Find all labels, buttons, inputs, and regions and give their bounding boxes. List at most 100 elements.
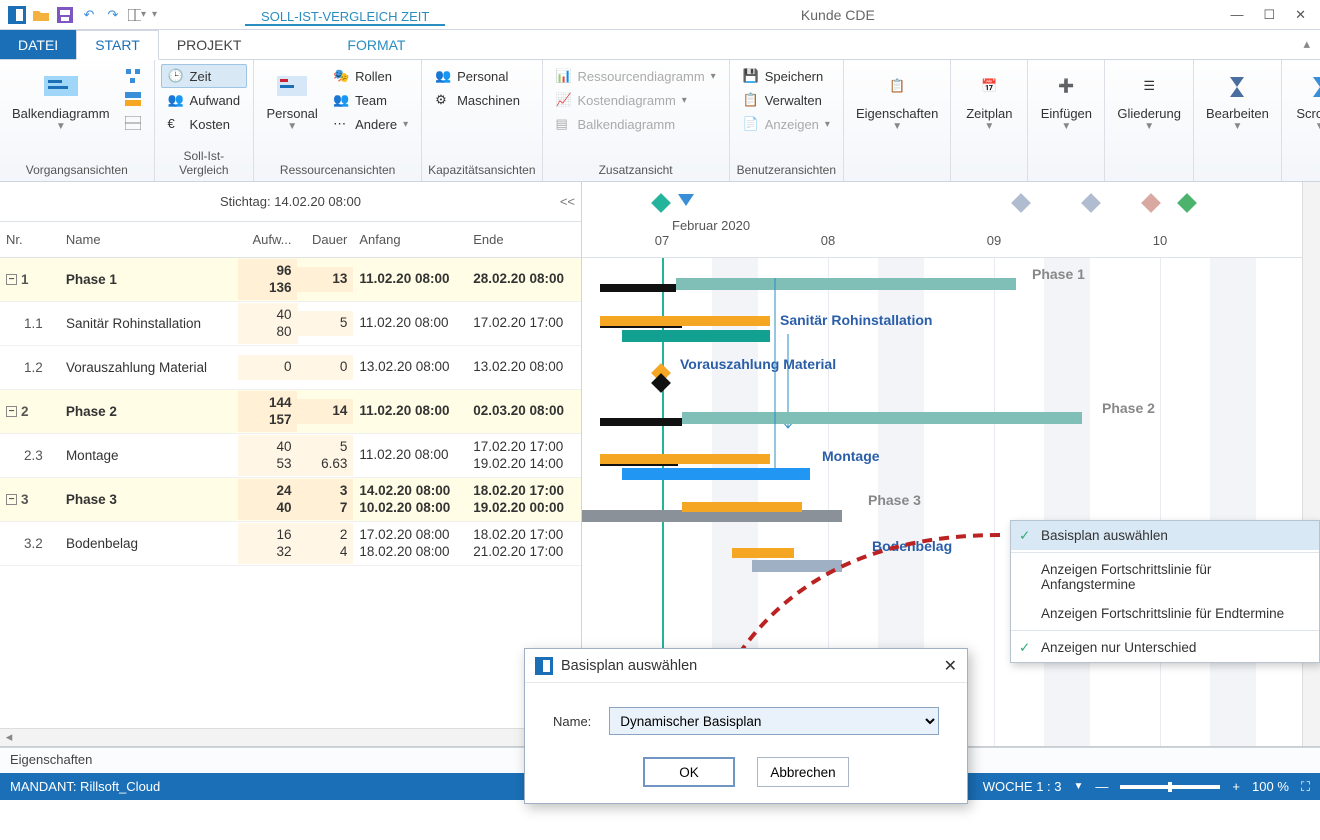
week-dropdown-icon[interactable]: ▼ [1074, 781, 1084, 792]
layout-icon[interactable] [128, 6, 146, 24]
dialog-name-label: Name: [553, 714, 591, 729]
team-button[interactable]: 👥Team [326, 88, 415, 112]
sanitaer-label: Sanitär Rohinstallation [780, 312, 932, 328]
tab-format[interactable]: FORMAT [329, 30, 423, 59]
dialog-app-icon [535, 657, 553, 675]
col-ende[interactable]: Ende [467, 232, 581, 247]
ribbon: Balkendiagramm ▼ Vorgangsansichten 🕒Zeit… [0, 60, 1320, 182]
group-benutzer-label: Benutzeransichten [736, 161, 837, 181]
col-dauer[interactable]: Dauer [297, 232, 353, 247]
sollist-zeit-button[interactable]: 🕒Zeit [161, 64, 248, 88]
ctx-basisplan[interactable]: ✓Basisplan auswählen [1011, 521, 1319, 550]
marker-icon [1177, 193, 1197, 213]
basisplan-select[interactable]: Dynamischer Basisplan [609, 707, 939, 735]
collapse-ribbon-icon[interactable]: ▴ [1293, 30, 1320, 59]
ribbon-tabs: DATEI START PROJEKT FORMAT ▴ [0, 30, 1320, 60]
zeitplan-button[interactable]: 📅Zeitplan▼ [957, 64, 1021, 136]
group-kapazitaet-label: Kapazitätsansichten [428, 161, 535, 181]
table-row[interactable]: 1.2Vorauszahlung Material0013.02.20 08:0… [0, 346, 581, 390]
col-aufw[interactable]: Aufw... [238, 232, 298, 247]
ctx-fortschritt-ende[interactable]: Anzeigen Fortschrittslinie für Endtermin… [1011, 599, 1319, 628]
benutzer-speichern-button[interactable]: 💾Speichern [736, 64, 837, 88]
vorauszahlung-label: Vorauszahlung Material [680, 356, 836, 372]
view2-icon[interactable] [118, 88, 148, 112]
montage-label: Montage [822, 448, 880, 464]
bodenbelag-label: Bodenbelag [872, 538, 952, 554]
expander-icon[interactable]: − [6, 274, 17, 285]
zusatz-kost-button[interactable]: 📈Kostendiagramm [549, 88, 723, 112]
sollist-kosten-button[interactable]: €Kosten [161, 112, 248, 136]
sb-icon-fit[interactable]: ⛶ [1301, 779, 1310, 795]
ctx-nur-unterschied[interactable]: ✓Anzeigen nur Unterschied [1011, 633, 1319, 662]
dialog-ok-button[interactable]: OK [643, 757, 735, 787]
kap-personal-button[interactable]: 👥Personal [428, 64, 527, 88]
balkendiagramm-button[interactable]: Balkendiagramm ▼ [6, 64, 116, 136]
phase1-label: Phase 1 [1032, 266, 1085, 282]
minimize-button[interactable]: — [1230, 7, 1243, 23]
view3-icon[interactable] [118, 112, 148, 136]
table-header: Nr. Name Aufw... Dauer Anfang Ende [0, 222, 581, 258]
table-row[interactable]: 1.1Sanitär Rohinstallation4080511.02.20 … [0, 302, 581, 346]
close-button[interactable]: ✕ [1295, 7, 1306, 23]
contextual-tab-label[interactable]: SOLL-IST-VERGLEICH ZEIT [245, 4, 445, 26]
scrollen-button[interactable]: Scrollen▼ [1288, 64, 1320, 136]
table-row[interactable]: −1Phase 1961361311.02.20 08:0028.02.20 0… [0, 258, 581, 302]
bearbeiten-button[interactable]: Bearbeiten▼ [1200, 64, 1275, 136]
collapse-pane-button[interactable]: << [560, 194, 575, 209]
task-table-pane: Stichtag: 14.02.20 08:00 << Nr. Name Auf… [0, 182, 582, 746]
marker-icon [651, 193, 671, 213]
eigenschaften-button[interactable]: 📋Eigenschaften▼ [850, 64, 944, 136]
save-icon[interactable] [56, 6, 74, 24]
open-icon[interactable] [32, 6, 50, 24]
andere-button[interactable]: ⋯Andere [326, 112, 415, 136]
quick-access-toolbar: ↶ ↷ ▾ [0, 6, 165, 24]
marker-icon [1141, 193, 1161, 213]
phase3-label: Phase 3 [868, 492, 921, 508]
ctx-fortschritt-anfang[interactable]: Anzeigen Fortschrittslinie für Anfangste… [1011, 555, 1319, 599]
expander-icon[interactable]: − [6, 406, 17, 417]
marker-icon [1011, 193, 1031, 213]
einfuegen-button[interactable]: ➕Einfügen▼ [1034, 64, 1098, 136]
expander-icon[interactable]: − [6, 494, 17, 505]
stichtag-label: Stichtag: 14.02.20 08:00 [220, 194, 361, 209]
sollist-aufwand-button[interactable]: 👥Aufwand [161, 88, 248, 112]
dialog-title-text: Basisplan auswählen [561, 658, 697, 674]
table-row[interactable]: −3Phase 324403714.02.20 08:0010.02.20 08… [0, 478, 581, 522]
table-body: −1Phase 1961361311.02.20 08:0028.02.20 0… [0, 258, 581, 728]
netzplan-icon[interactable] [118, 64, 148, 88]
zusatz-balk-button[interactable]: ▤Balkendiagramm [549, 112, 723, 136]
table-hscroll[interactable]: ◂▸ [0, 728, 581, 746]
benutzer-verwalten-button[interactable]: 📋Verwalten [736, 88, 837, 112]
zoom-label: 100 % [1252, 779, 1289, 794]
kap-maschinen-button[interactable]: ⚙Maschinen [428, 88, 527, 112]
table-row[interactable]: 3.2Bodenbelag16322417.02.20 08:0018.02.2… [0, 522, 581, 566]
group-zusatz-label: Zusatzansicht [549, 161, 723, 181]
zoom-out-button[interactable]: — [1095, 779, 1108, 794]
dialog-cancel-button[interactable]: Abbrechen [757, 757, 849, 787]
qat-more-icon[interactable]: ▾ [152, 9, 157, 20]
gantt-header: Februar 2020 07 08 09 10 [582, 182, 1320, 258]
rollen-button[interactable]: 🎭Rollen [326, 64, 415, 88]
table-row[interactable]: −2Phase 21441571411.02.20 08:0002.03.20 … [0, 390, 581, 434]
group-ressourcen-label: Ressourcenansichten [260, 161, 415, 181]
zoom-slider[interactable] [1120, 785, 1220, 789]
balkendiagramm-label: Balkendiagramm [12, 106, 110, 121]
group-sollist-label: Soll-Ist-Vergleich [161, 147, 248, 181]
zusatz-res-button[interactable]: 📊Ressourcendiagramm [549, 64, 723, 88]
col-anfang[interactable]: Anfang [353, 232, 467, 247]
undo-icon[interactable]: ↶ [80, 6, 98, 24]
gliederung-button[interactable]: ☰Gliederung▼ [1111, 64, 1187, 136]
table-row[interactable]: 2.3Montage405356.6311.02.20 08:0017.02.2… [0, 434, 581, 478]
redo-icon[interactable]: ↷ [104, 6, 122, 24]
mandant-label: MANDANT: Rillsoft_Cloud [10, 779, 160, 794]
col-nr[interactable]: Nr. [0, 232, 60, 247]
col-name[interactable]: Name [60, 232, 238, 247]
tab-datei[interactable]: DATEI [0, 30, 76, 59]
personal-button[interactable]: Personal ▼ [260, 64, 324, 136]
zoom-in-button[interactable]: + [1232, 779, 1240, 794]
tab-start[interactable]: START [76, 30, 159, 60]
maximize-button[interactable]: ☐ [1263, 7, 1275, 23]
tab-projekt[interactable]: PROJEKT [159, 30, 260, 59]
dialog-close-button[interactable]: ✕ [944, 656, 957, 676]
benutzer-anzeigen-button[interactable]: 📄Anzeigen [736, 112, 837, 136]
